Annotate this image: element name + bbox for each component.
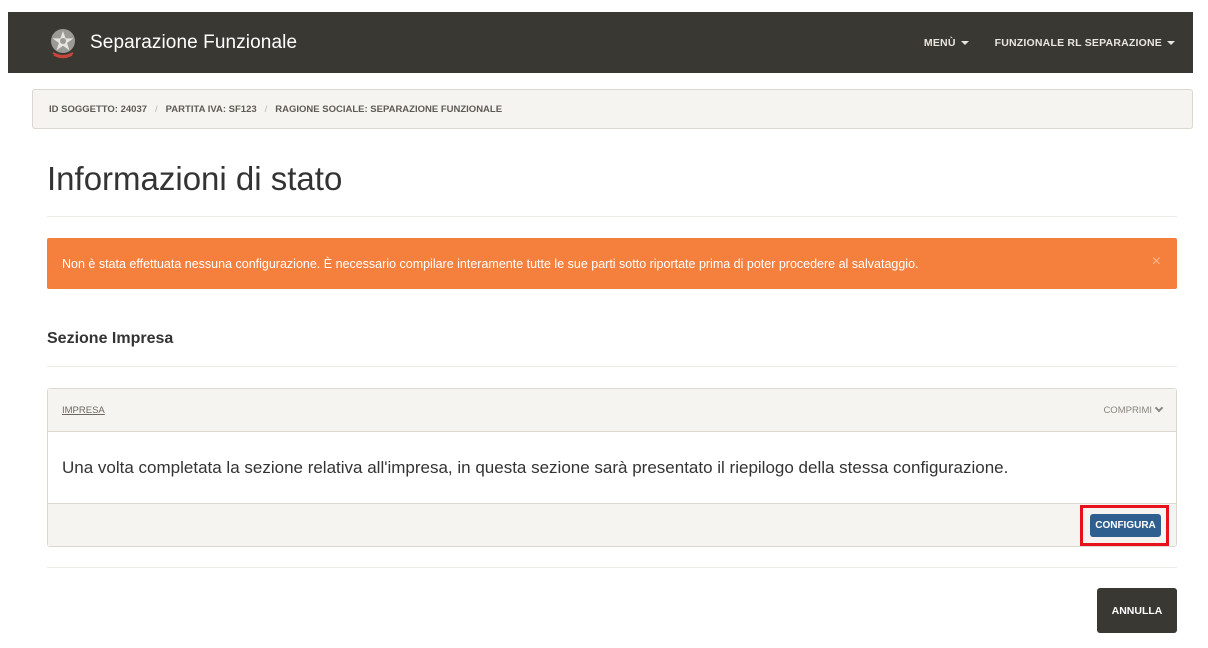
panel-header: IMPRESA COMPRIMI <box>48 389 1176 432</box>
impresa-panel: IMPRESA COMPRIMI Una volta completata la… <box>47 388 1177 547</box>
impresa-link[interactable]: IMPRESA <box>62 405 105 416</box>
breadcrumb-partita-iva: PARTITA IVA: SF123 <box>165 103 257 115</box>
section-divider <box>47 366 1177 367</box>
panel-body-text: Una volta completata la sezione relativa… <box>62 457 1009 477</box>
warning-alert: Non è stata effettuata nessuna configura… <box>47 238 1177 289</box>
breadcrumb-separator: / <box>264 103 268 115</box>
title-divider <box>47 216 1177 217</box>
breadcrumb: ID SOGGETTO: 24037 / PARTITA IVA: SF123 … <box>32 89 1193 129</box>
collapse-label: COMPRIMI <box>1103 404 1152 416</box>
caret-down-icon <box>1167 40 1175 45</box>
cancel-button[interactable]: ANNULLA <box>1097 588 1177 633</box>
panel-footer <box>48 503 1176 546</box>
footer-divider <box>47 567 1177 568</box>
collapse-toggle[interactable]: COMPRIMI <box>1103 403 1164 416</box>
top-navbar: Separazione Funzionale MENÙ FUNZIONALE R… <box>8 12 1193 73</box>
navbar-right: MENÙ FUNZIONALE RL SEPARAZIONE <box>924 37 1175 49</box>
close-icon[interactable]: × <box>1152 254 1161 270</box>
section-title: Sezione Impresa <box>47 330 174 347</box>
chevron-down-icon <box>1154 403 1164 413</box>
breadcrumb-ragione-sociale: RAGIONE SOCIALE: SEPARAZIONE FUNZIONALE <box>275 103 503 115</box>
brand[interactable]: Separazione Funzionale <box>46 26 297 60</box>
menu-label: MENÙ <box>923 36 956 49</box>
breadcrumb-separator: / <box>155 103 158 115</box>
breadcrumb-id-soggetto: ID SOGGETTO: 24037 <box>49 103 148 115</box>
page-title: Informazioni di stato <box>47 160 343 197</box>
alert-message: Non è stata effettuata nessuna configura… <box>62 256 919 271</box>
republic-emblem-icon <box>51 28 75 58</box>
brand-title: Separazione Funzionale <box>90 31 298 53</box>
caret-down-icon <box>960 40 969 45</box>
user-dropdown[interactable]: FUNZIONALE RL SEPARAZIONE <box>995 37 1175 49</box>
panel-body: Una volta completata la sezione relativa… <box>48 432 1176 503</box>
user-label: FUNZIONALE RL SEPARAZIONE <box>994 36 1162 49</box>
menu-dropdown[interactable]: MENÙ <box>924 37 969 49</box>
configure-button[interactable]: CONFIGURA <box>1090 514 1161 537</box>
